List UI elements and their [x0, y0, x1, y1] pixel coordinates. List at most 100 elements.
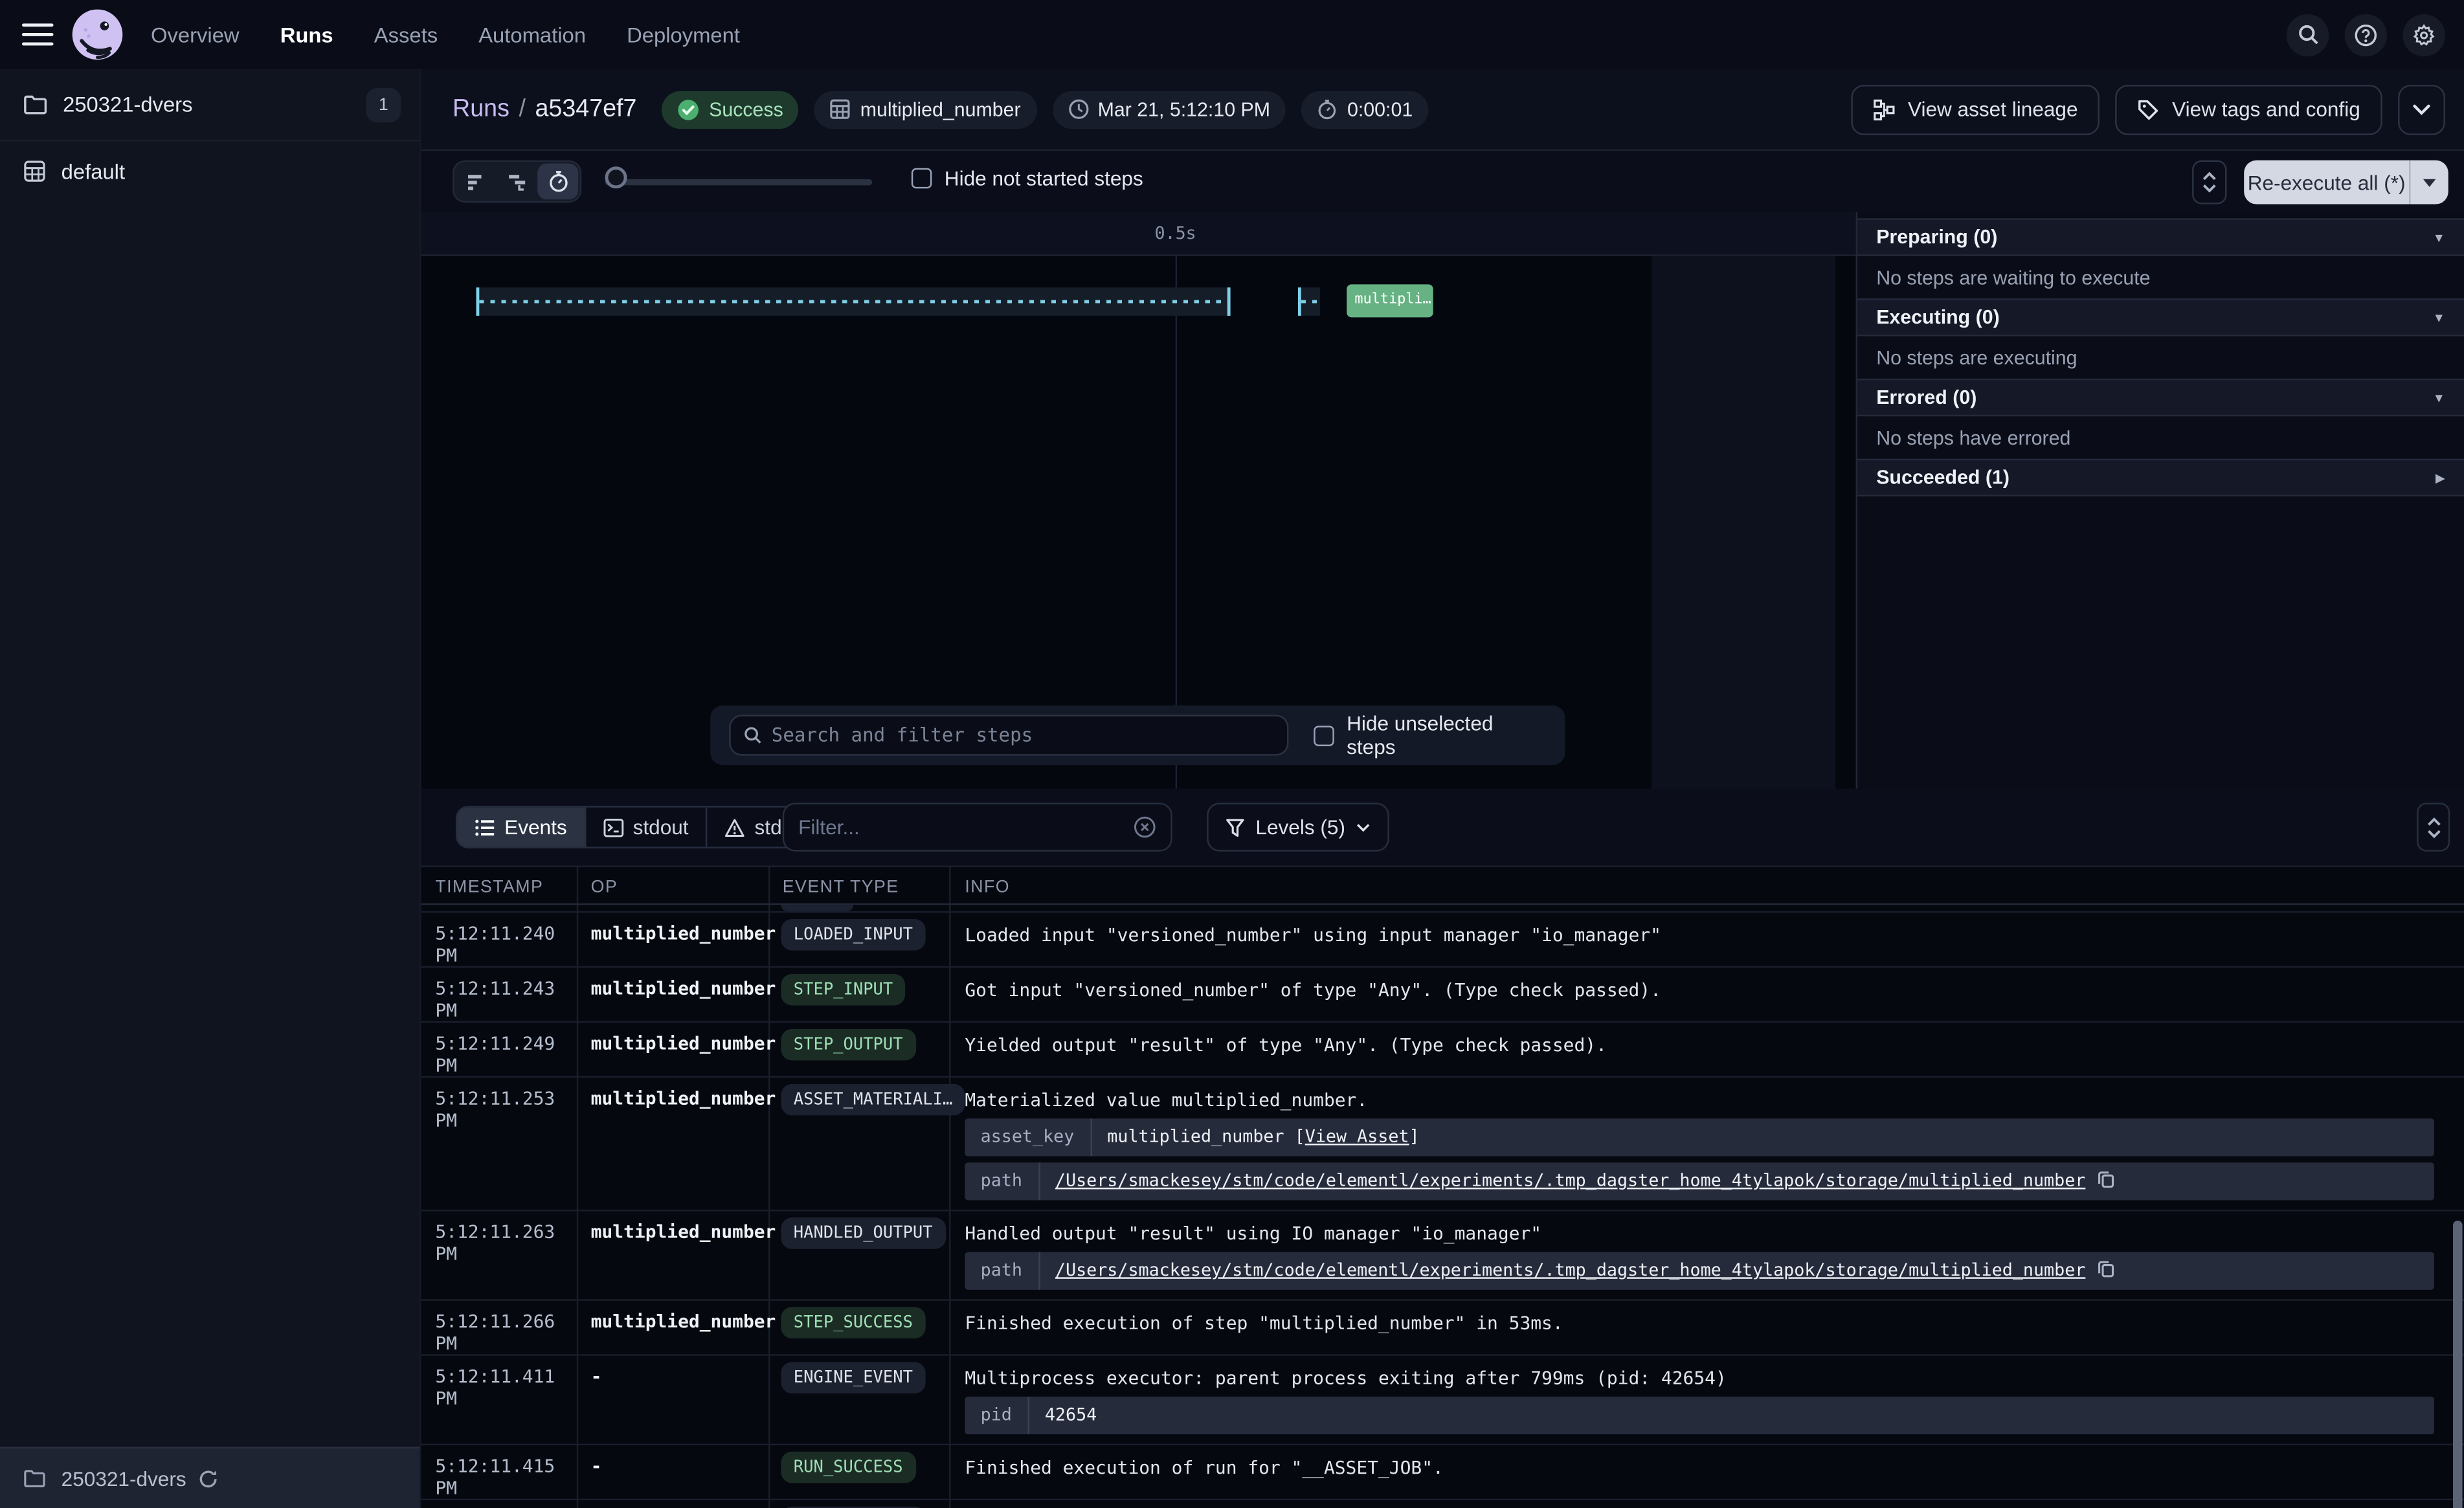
timeline-tick-label: 0.5s: [1144, 223, 1207, 244]
metadata-value: 42654: [1029, 1397, 1113, 1434]
event-info: Multiprocess executor: parent process ex…: [965, 1365, 2464, 1390]
tab-stdout[interactable]: stdout: [586, 808, 708, 847]
col-op: OP: [577, 867, 768, 904]
vertical-scrollbar[interactable]: [2453, 1221, 2463, 1508]
list-icon: [475, 817, 495, 836]
gantt-step-bar[interactable]: multipli…: [1347, 284, 1433, 317]
nav-item-assets[interactable]: Assets: [374, 23, 438, 46]
gear-icon: [2412, 23, 2436, 46]
metadata-link[interactable]: /Users/smackesey/stm/code/elementl/exper…: [1055, 1260, 2085, 1281]
col-info: INFO: [949, 867, 2464, 904]
dagster-logo[interactable]: [71, 8, 124, 61]
metadata-link[interactable]: /Users/smackesey/stm/code/elementl/exper…: [1055, 1170, 2085, 1191]
search-button[interactable]: [2287, 14, 2329, 56]
nav-item-runs[interactable]: Runs: [280, 23, 333, 46]
hide-not-started-checkbox[interactable]: [912, 168, 932, 189]
event-op: -: [577, 1500, 768, 1508]
run-datetime-tag: Mar 21, 5:12:10 PM: [1052, 91, 1286, 128]
view-tags-config-button[interactable]: View tags and config: [2116, 84, 2382, 135]
log-row[interactable]: 5:12:11.415 PM-RUN_SUCCESSFinished execu…: [421, 1444, 2464, 1499]
gantt-waiting-track: [476, 287, 1230, 316]
section-errored-header[interactable]: Errored (0) ▼: [1857, 379, 2464, 416]
run-more-actions-button[interactable]: [2398, 84, 2445, 135]
log-row[interactable]: 5:12:11.253 PMmultiplied_numberASSET_MAT…: [421, 1076, 2464, 1210]
clear-filter-icon[interactable]: [1133, 815, 1156, 839]
event-op: multiplied_number: [577, 968, 768, 1021]
event-info: Finished execution of step "multiplied_n…: [965, 1310, 2464, 1335]
metadata-link[interactable]: View Asset: [1305, 1126, 1409, 1147]
hide-unselected-checkbox[interactable]: [1314, 725, 1334, 746]
reexecute-options-button[interactable]: [2410, 161, 2448, 205]
metadata-entry: pid42654: [965, 1397, 2434, 1434]
nav-links: Overview Runs Assets Automation Deployme…: [151, 23, 740, 46]
gantt-waiting-segment: [1298, 287, 1320, 316]
log-row[interactable]: 5:12:11.249 PMmultiplied_numberSTEP_OUTP…: [421, 1021, 2464, 1076]
panel-resize-button[interactable]: [2192, 161, 2226, 205]
event-timestamp: 5:12:11.411 PM: [421, 1356, 577, 1444]
chevron-down-icon: [1356, 823, 1371, 832]
event-type-chip: LOADED_INPUT: [781, 919, 925, 951]
log-filter-input[interactable]: [798, 815, 1133, 839]
log-row[interactable]: 5:12:11.263 PMmultiplied_numberHANDLED_O…: [421, 1210, 2464, 1299]
tab-events[interactable]: Events: [457, 808, 585, 847]
sidebar-item-job[interactable]: 250321-dvers 1: [0, 69, 420, 142]
breadcrumb-runs-link[interactable]: Runs: [453, 95, 510, 122]
up-down-carets-icon: [2426, 816, 2441, 838]
copy-icon[interactable]: [2096, 1258, 2115, 1279]
event-log-toolbar: Events stdout stderr: [421, 789, 2464, 867]
event-op: multiplied_number: [577, 1211, 768, 1299]
step-status-panel: Preparing (0) ▼ No steps are waiting to …: [1856, 212, 2464, 789]
event-info: Finished execution of run for "__ASSET_J…: [965, 1455, 2464, 1480]
zoom-slider-handle[interactable]: [605, 166, 627, 188]
run-asset-tag[interactable]: multiplied_number: [814, 91, 1036, 128]
metadata-value: multiplied_number [View Asset]: [1092, 1118, 1435, 1156]
nav-item-deployment[interactable]: Deployment: [627, 23, 740, 46]
reexecute-all-button[interactable]: Re-execute all (*): [2244, 161, 2409, 205]
top-nav: Overview Runs Assets Automation Deployme…: [0, 0, 2464, 69]
log-row[interactable]: 5:12:11.266 PMmultiplied_numberSTEP_SUCC…: [421, 1299, 2464, 1354]
log-row[interactable]: 5:12:11.411 PM-ENGINE_EVENTMultiprocess …: [421, 1354, 2464, 1443]
view-asset-lineage-button[interactable]: View asset lineage: [1852, 84, 2100, 135]
sidebar-footer[interactable]: 250321-dvers: [0, 1447, 420, 1508]
event-type-chip: STEP_INPUT: [781, 974, 905, 1006]
tag-icon: [2138, 98, 2160, 120]
reexecute-split-button: Re-execute all (*): [2244, 161, 2448, 205]
levels-dropdown[interactable]: Levels (5): [1207, 803, 1389, 851]
section-succeeded-header[interactable]: Succeeded (1) ▶: [1857, 459, 2464, 496]
nav-item-automation[interactable]: Automation: [478, 23, 586, 46]
section-preparing-header[interactable]: Preparing (0) ▼: [1857, 218, 2464, 256]
log-row[interactable]: 5:12:11.243 PMmultiplied_numberSTEP_INPU…: [421, 966, 2464, 1021]
event-timestamp: 5:12:11.415 PM: [421, 1445, 577, 1499]
clock-icon: [1068, 99, 1088, 120]
copy-icon[interactable]: [2096, 1169, 2115, 1190]
step-search-input[interactable]: [772, 724, 1275, 746]
help-button[interactable]: [2345, 14, 2388, 56]
log-filter-box: [783, 803, 1172, 851]
settings-button[interactable]: [2402, 14, 2445, 56]
view-mode-waterfall-button[interactable]: [497, 163, 537, 199]
log-tabs: Events stdout stderr: [456, 806, 825, 848]
event-info: Yielded output "result" of type "Any". (…: [965, 1032, 2464, 1058]
zoom-slider-track[interactable]: [605, 179, 873, 186]
hamburger-menu-icon[interactable]: [22, 23, 54, 45]
view-mode-flat-button[interactable]: [456, 163, 497, 199]
expand-log-button[interactable]: [2417, 803, 2450, 851]
gantt-highlight-band: [1652, 256, 1835, 789]
event-type-chip: HANDLED_OUTPUT: [781, 1217, 945, 1249]
event-type-chip: RUN_SUCCESS: [781, 1452, 915, 1483]
chevron-expanded-icon: ▼: [2433, 390, 2445, 405]
sidebar-item-default[interactable]: default: [0, 150, 420, 194]
section-executing-header[interactable]: Executing (0) ▼: [1857, 298, 2464, 336]
nav-item-overview[interactable]: Overview: [151, 23, 240, 46]
log-row[interactable]: 5:12:11.426 PM-ENGINE_EVENTProcess for r…: [421, 1499, 2464, 1508]
funnel-icon: [1226, 817, 1244, 836]
event-info: Loaded input "versioned_number" using in…: [965, 922, 2464, 948]
refresh-icon[interactable]: [197, 1468, 218, 1489]
terminal-icon: [603, 817, 623, 836]
view-mode-timed-button[interactable]: [537, 163, 578, 199]
event-timestamp: 5:12:11.253 PM: [421, 1078, 577, 1210]
run-header-actions: View asset lineage View tags and config: [1852, 84, 2445, 135]
log-row[interactable]: 5:12:11.240 PMmultiplied_numberLOADED_IN…: [421, 911, 2464, 966]
event-op: multiplied_number: [577, 1301, 768, 1355]
event-op: multiplied_number: [577, 913, 768, 966]
